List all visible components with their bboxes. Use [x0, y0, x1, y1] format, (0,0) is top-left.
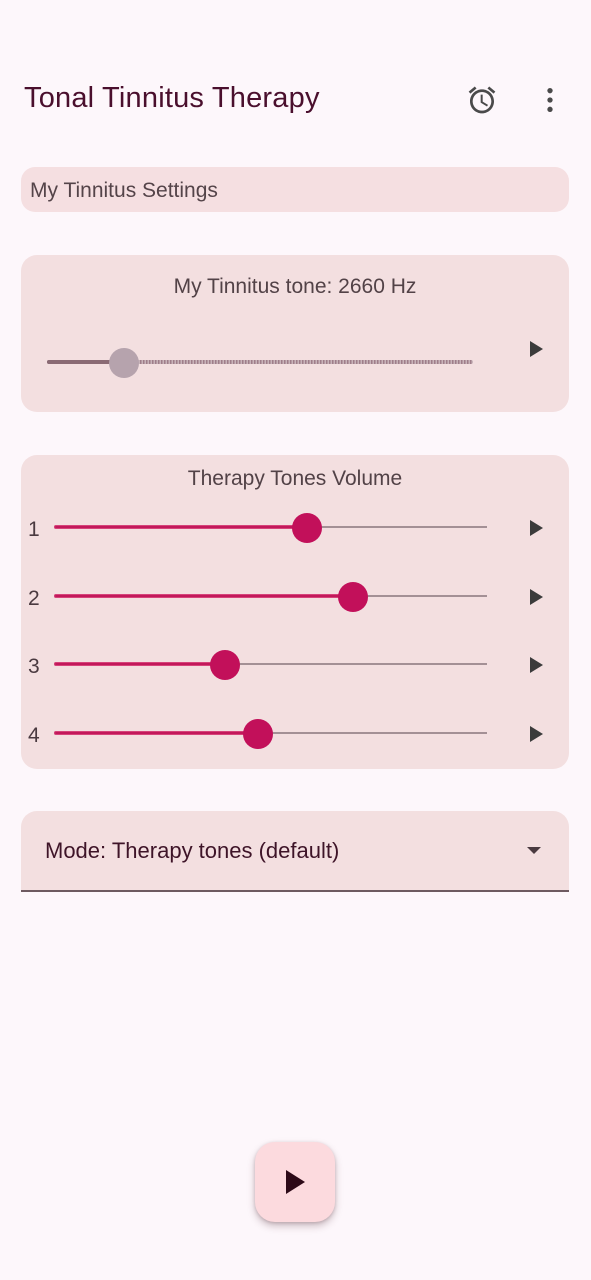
slider-fill — [54, 594, 353, 598]
settings-label: My Tinnitus Settings — [30, 179, 218, 202]
play-tinnitus-tone-button[interactable] — [518, 331, 554, 367]
therapy-tone-number: 3 — [28, 655, 40, 678]
dropdown-arrow-icon — [527, 847, 541, 854]
slider-thumb[interactable] — [210, 650, 241, 680]
tinnitus-tone-label: My Tinnitus tone: 2660 Hz — [173, 275, 417, 298]
therapy-tones-card: Therapy Tones Volume 1 2 3 4 — [21, 455, 569, 769]
therapy-tone-number: 1 — [28, 518, 40, 541]
mode-label: Mode: Therapy tones (default) — [45, 838, 340, 863]
therapy-tone-1-slider[interactable] — [54, 513, 487, 543]
therapy-tone-2-slider[interactable] — [54, 582, 487, 612]
app-title: Tonal Tinnitus Therapy — [24, 82, 320, 114]
slider-fill — [54, 731, 258, 735]
alarm-clock-icon — [468, 86, 496, 114]
therapy-tone-number: 2 — [28, 587, 40, 610]
tinnitus-tone-slider[interactable] — [47, 348, 473, 378]
slider-thumb[interactable] — [292, 513, 323, 543]
top-app-bar: Tonal Tinnitus Therapy — [0, 60, 591, 140]
more-options-button[interactable] — [530, 80, 570, 120]
slider-thumb[interactable] — [108, 348, 139, 378]
play-all-fab[interactable] — [255, 1142, 335, 1222]
play-therapy-tone-4-button[interactable] — [518, 716, 554, 752]
play-icon — [530, 726, 543, 742]
play-icon — [530, 341, 543, 357]
play-therapy-tone-1-button[interactable] — [518, 510, 554, 546]
slider-thumb[interactable] — [337, 582, 368, 612]
slider-thumb[interactable] — [242, 719, 273, 749]
play-icon — [530, 520, 543, 536]
play-therapy-tone-3-button[interactable] — [518, 647, 554, 683]
tinnitus-tone-card: My Tinnitus tone: 2660 Hz — [21, 255, 569, 412]
therapy-tones-title: Therapy Tones Volume — [187, 467, 403, 490]
alarm-button[interactable] — [462, 80, 502, 120]
play-icon — [530, 657, 543, 673]
therapy-tone-3-slider[interactable] — [54, 650, 487, 680]
slider-fill — [54, 525, 308, 529]
therapy-tone-4-slider[interactable] — [54, 719, 487, 749]
play-icon — [530, 589, 543, 605]
tinnitus-settings-header[interactable]: My Tinnitus Settings — [21, 167, 569, 212]
play-icon — [286, 1170, 305, 1194]
more-vert-icon — [547, 88, 553, 112]
slider-fill — [54, 662, 226, 666]
play-therapy-tone-2-button[interactable] — [518, 579, 554, 615]
therapy-tone-number: 4 — [28, 724, 40, 747]
mode-dropdown[interactable]: Mode: Therapy tones (default) — [21, 811, 569, 892]
